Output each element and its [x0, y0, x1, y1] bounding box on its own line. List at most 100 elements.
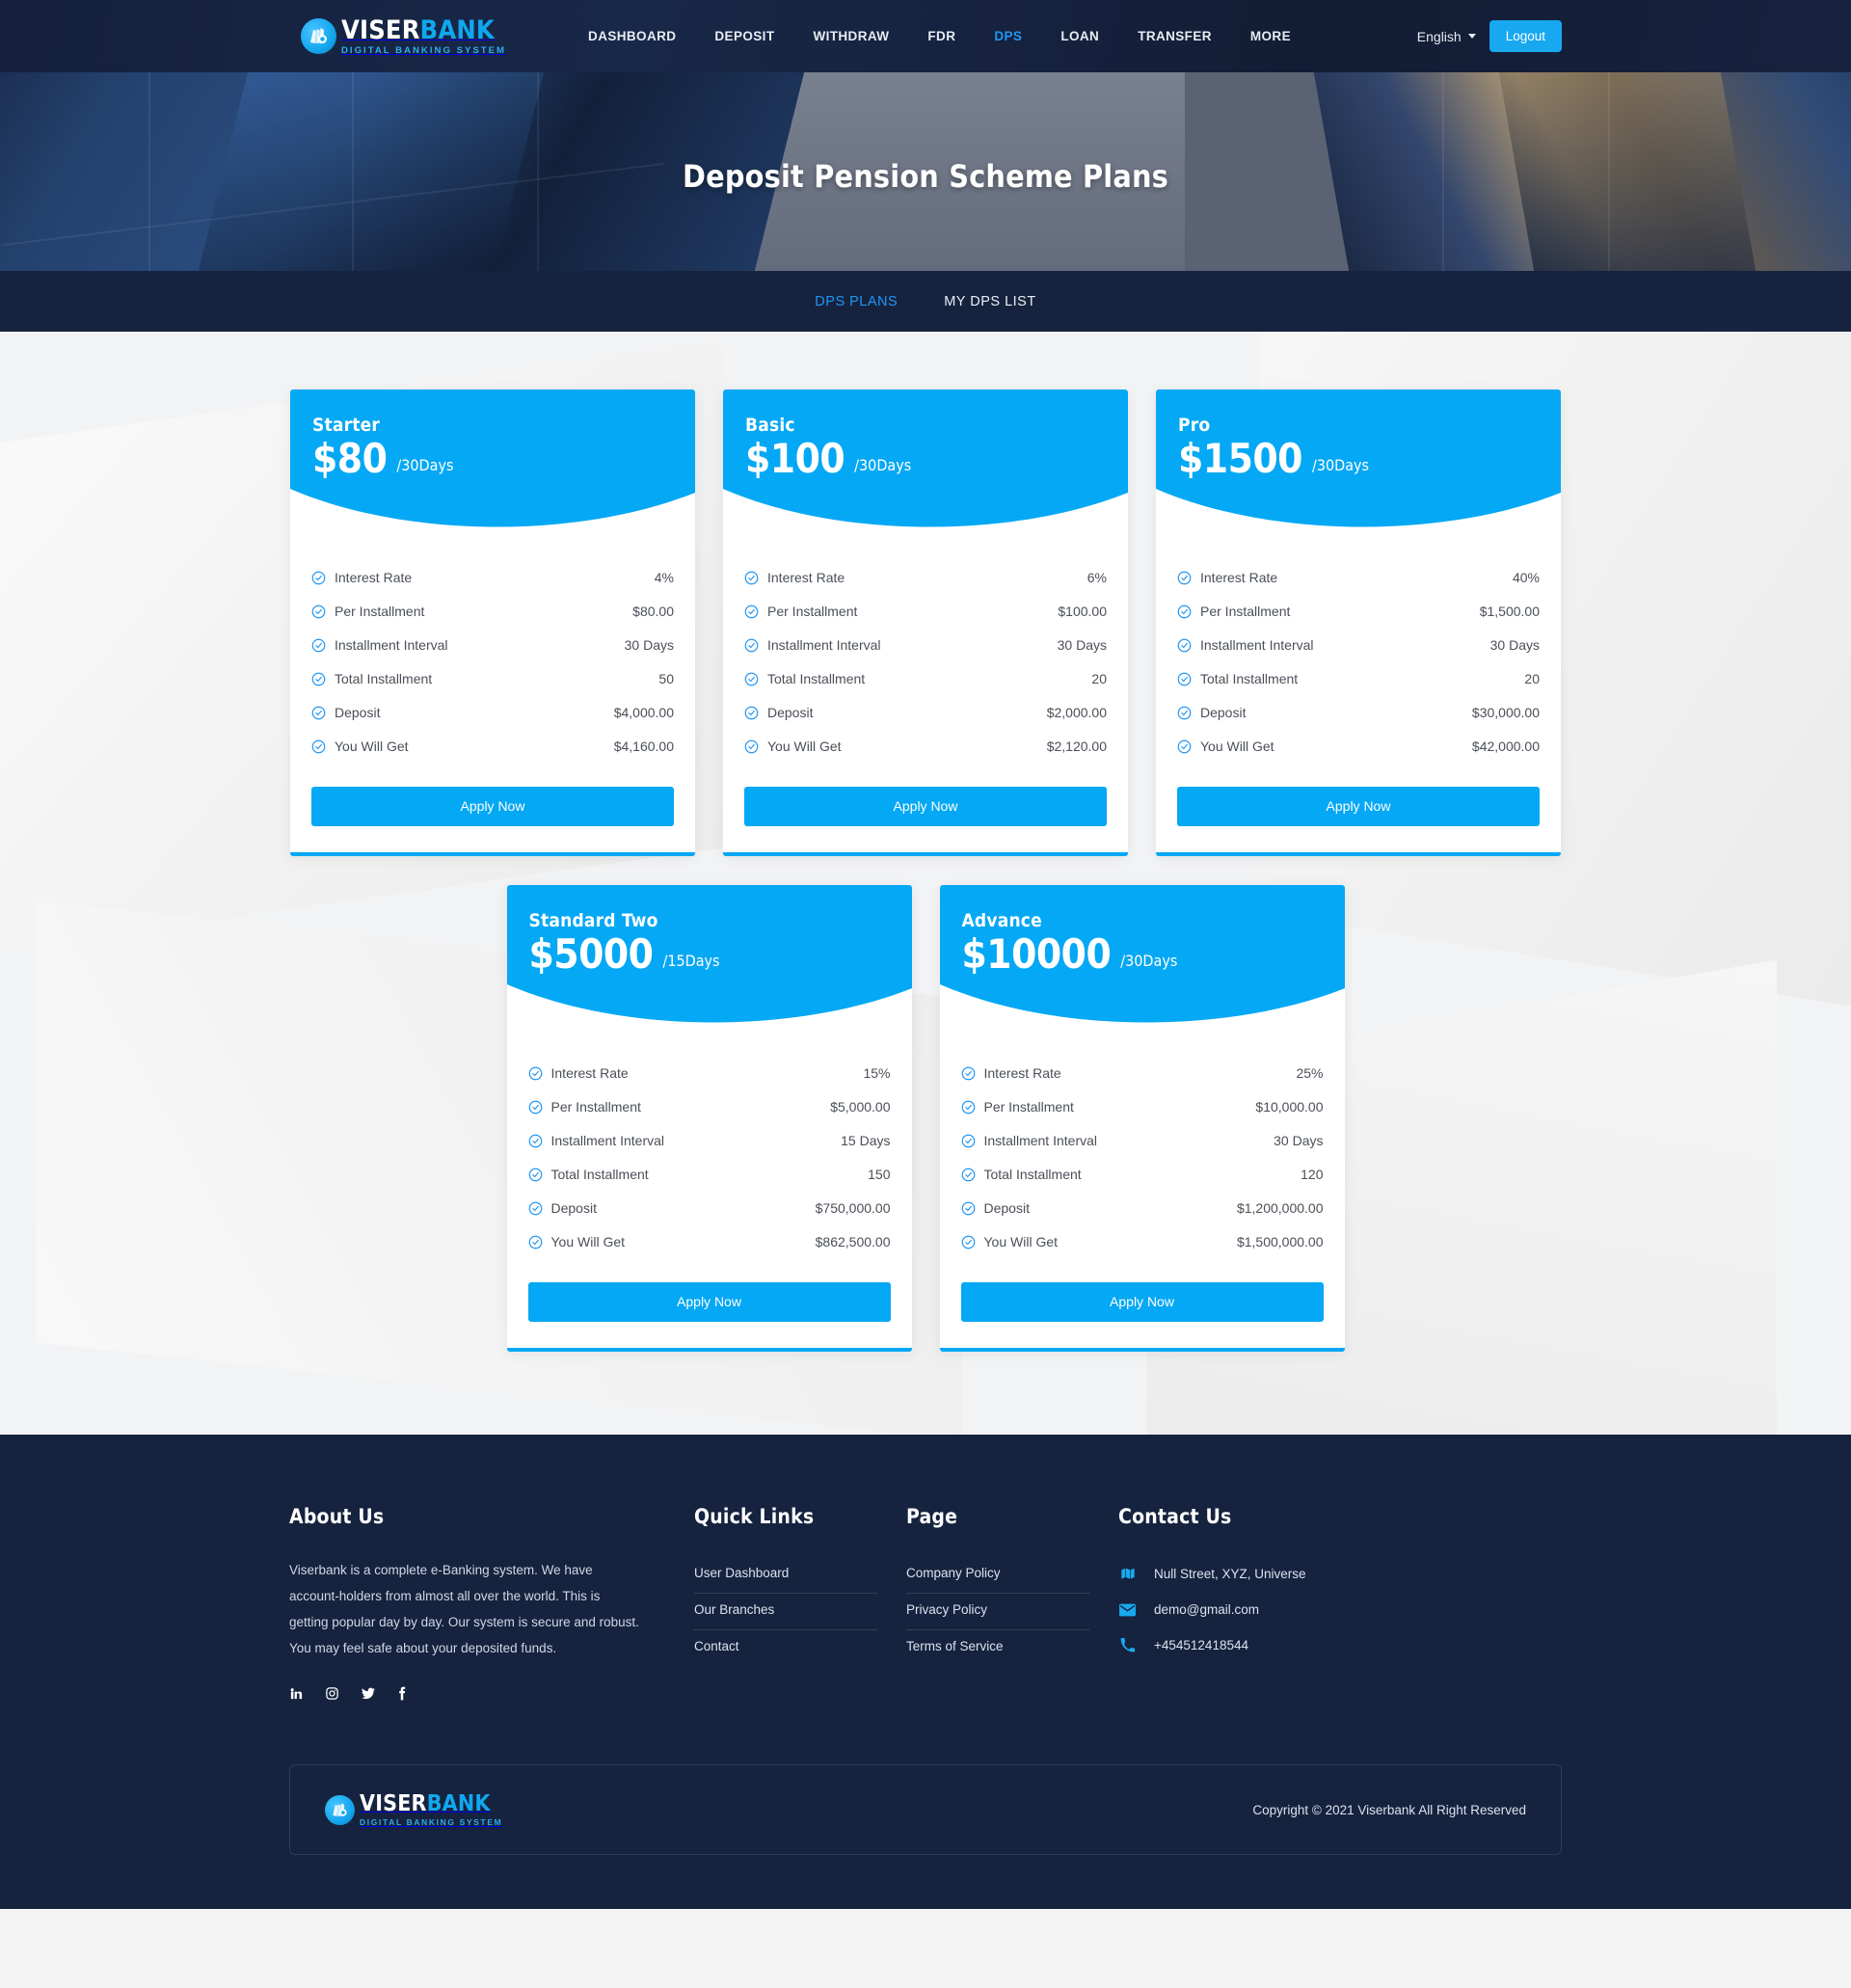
copyright-bar: VISERBANK DIGITAL BANKING SYSTEM Copyrig… — [289, 1764, 1562, 1855]
plan-card-body: Interest Rate 6% Per Installment $100.00 Ins… — [723, 532, 1128, 764]
logout-button[interactable]: Logout — [1489, 20, 1562, 52]
plan-card-header: Pro $1500/30Days — [1156, 390, 1561, 533]
footer-link-privacy-policy[interactable]: Privacy Policy — [906, 1594, 1089, 1630]
nav-item-fdr[interactable]: FDR — [908, 19, 975, 53]
plan-feature-value: $4,160.00 — [613, 739, 674, 754]
check-circle-icon — [961, 1201, 975, 1215]
plan-feature-you-will-get: You Will Get $42,000.00 — [1177, 730, 1540, 764]
plan-feature-value: 40% — [1512, 570, 1540, 585]
plan-feature-label: Interest Rate — [1200, 570, 1278, 585]
apply-now-button[interactable]: Apply Now — [744, 787, 1107, 826]
tab-my-dps-list[interactable]: MY DPS LIST — [921, 294, 1059, 309]
check-circle-icon — [744, 672, 759, 685]
check-circle-icon — [744, 739, 759, 753]
footer-quick-links-title: Quick Links — [694, 1505, 815, 1528]
plan-card: Advance $10000/30Days Interest Rate 25% Per … — [939, 885, 1345, 1352]
plan-name: Pro — [1178, 415, 1211, 436]
plan-feature-you-will-get: You Will Get $1,500,000.00 — [961, 1225, 1324, 1259]
footer-link-company-policy[interactable]: Company Policy — [906, 1557, 1089, 1594]
plan-card-header: Advance $10000/30Days — [939, 885, 1345, 1029]
check-circle-icon — [528, 1168, 542, 1181]
facebook-icon[interactable] — [397, 1686, 407, 1701]
plan-feature-label: Total Installment — [983, 1167, 1082, 1182]
check-circle-icon — [1177, 672, 1192, 685]
page-hero-banner: Deposit Pension Scheme Plans — [0, 72, 1851, 271]
check-circle-icon — [1177, 739, 1192, 753]
plan-feature-total-installment: Total Installment 20 — [1177, 662, 1540, 696]
brand-tagline: DIGITAL BANKING SYSTEM — [341, 44, 507, 56]
nav-item-more[interactable]: MORE — [1231, 19, 1310, 53]
footer-link-contact[interactable]: Contact — [694, 1630, 877, 1666]
plan-feature-value: 4% — [654, 570, 674, 585]
plan-feature-interest-rate: Interest Rate 15% — [528, 1057, 891, 1090]
plan-feature-per-installment: Per Installment $100.00 — [744, 595, 1107, 629]
footer-contact-email-text: demo@gmail.com — [1154, 1602, 1259, 1617]
plan-feature-label: Interest Rate — [335, 570, 413, 585]
plan-feature-value: $1,200,000.00 — [1236, 1200, 1324, 1216]
footer-link-our-branches[interactable]: Our Branches — [694, 1594, 877, 1630]
tab-dps-plans[interactable]: DPS PLANS — [791, 294, 921, 309]
language-selector[interactable]: English — [1417, 29, 1476, 44]
footer-page-column: Page Company Policy Privacy Policy Terms… — [906, 1505, 1118, 1701]
plan-period: /30Days — [1120, 951, 1178, 970]
plan-period: /30Days — [854, 455, 912, 474]
footer-link-terms-of-service[interactable]: Terms of Service — [906, 1630, 1089, 1666]
plan-feature-value: $862,500.00 — [815, 1234, 891, 1249]
plan-name: Basic — [745, 415, 795, 436]
plan-price: $5000 — [528, 930, 654, 978]
plan-feature-deposit: Deposit $4,000.00 — [311, 696, 674, 730]
plan-feature-total-installment: Total Installment 50 — [311, 662, 674, 696]
footer-brand-name-secondary: BANK — [426, 1790, 491, 1816]
plan-feature-interest-rate: Interest Rate 40% — [1177, 561, 1540, 595]
check-circle-icon — [744, 604, 759, 618]
nav-item-loan[interactable]: LOAN — [1041, 19, 1118, 53]
plan-card-header: Basic $100/30Days — [723, 390, 1128, 533]
linkedin-icon[interactable] — [289, 1686, 304, 1701]
footer-contact-email: demo@gmail.com — [1118, 1594, 1485, 1629]
plan-feature-label: You Will Get — [983, 1234, 1059, 1249]
apply-now-button[interactable]: Apply Now — [311, 787, 674, 826]
plan-feature-interest-rate: Interest Rate 25% — [961, 1057, 1324, 1090]
nav-item-withdraw[interactable]: WITHDRAW — [793, 19, 908, 53]
plan-feature-deposit: Deposit $30,000.00 — [1177, 696, 1540, 730]
plan-feature-interest-rate: Interest Rate 4% — [311, 561, 674, 595]
check-circle-icon — [961, 1066, 975, 1080]
plan-feature-value: $80.00 — [632, 604, 674, 619]
plan-feature-deposit: Deposit $2,000.00 — [744, 696, 1107, 730]
nav-item-deposit[interactable]: DEPOSIT — [695, 19, 793, 53]
apply-now-button[interactable]: Apply Now — [1177, 787, 1540, 826]
plan-feature-label: You Will Get — [335, 739, 409, 754]
brand-logo[interactable]: VISERBANK DIGITAL BANKING SYSTEM — [301, 17, 506, 56]
plan-feature-interest-rate: Interest Rate 6% — [744, 561, 1107, 595]
nav-item-dashboard[interactable]: DASHBOARD — [569, 19, 695, 53]
check-circle-icon — [528, 1235, 542, 1249]
plan-feature-label: You Will Get — [1200, 739, 1274, 754]
plan-feature-value: 25% — [1296, 1065, 1324, 1081]
check-circle-icon — [961, 1168, 975, 1181]
nav-item-transfer[interactable]: TRANSFER — [1118, 19, 1231, 53]
top-navigation-bar: VISERBANK DIGITAL BANKING SYSTEM DASHBOA… — [0, 0, 1851, 72]
twitter-icon[interactable] — [361, 1686, 376, 1701]
plan-feature-value: $4,000.00 — [613, 705, 674, 720]
footer-link-user-dashboard[interactable]: User Dashboard — [694, 1557, 877, 1594]
check-circle-icon — [961, 1100, 975, 1114]
footer-brand-logo[interactable]: VISERBANK DIGITAL BANKING SYSTEM — [325, 1790, 502, 1826]
apply-now-button[interactable]: Apply Now — [527, 1282, 891, 1322]
plan-feature-label: Total Installment — [335, 671, 433, 686]
plan-feature-value: $100.00 — [1058, 604, 1107, 619]
plan-feature-label: You Will Get — [767, 739, 842, 754]
plan-feature-installment-interval: Installment Interval 30 Days — [311, 629, 674, 662]
plan-feature-label: Interest Rate — [550, 1065, 629, 1081]
plan-feature-label: Deposit — [767, 705, 814, 720]
plan-feature-value: $42,000.00 — [1471, 739, 1540, 754]
plan-price: $100 — [745, 435, 845, 482]
plan-feature-value: $750,000.00 — [815, 1200, 891, 1216]
instagram-icon[interactable] — [325, 1686, 339, 1701]
plan-feature-total-installment: Total Installment 20 — [744, 662, 1107, 696]
plan-card-body: Interest Rate 15% Per Installment $5,000.00… — [507, 1028, 912, 1259]
nav-item-dps[interactable]: DPS — [975, 19, 1041, 53]
apply-now-button[interactable]: Apply Now — [960, 1282, 1324, 1322]
plan-feature-value: 30 Days — [1489, 637, 1540, 653]
check-circle-icon — [528, 1134, 542, 1147]
plan-feature-deposit: Deposit $750,000.00 — [528, 1192, 891, 1225]
